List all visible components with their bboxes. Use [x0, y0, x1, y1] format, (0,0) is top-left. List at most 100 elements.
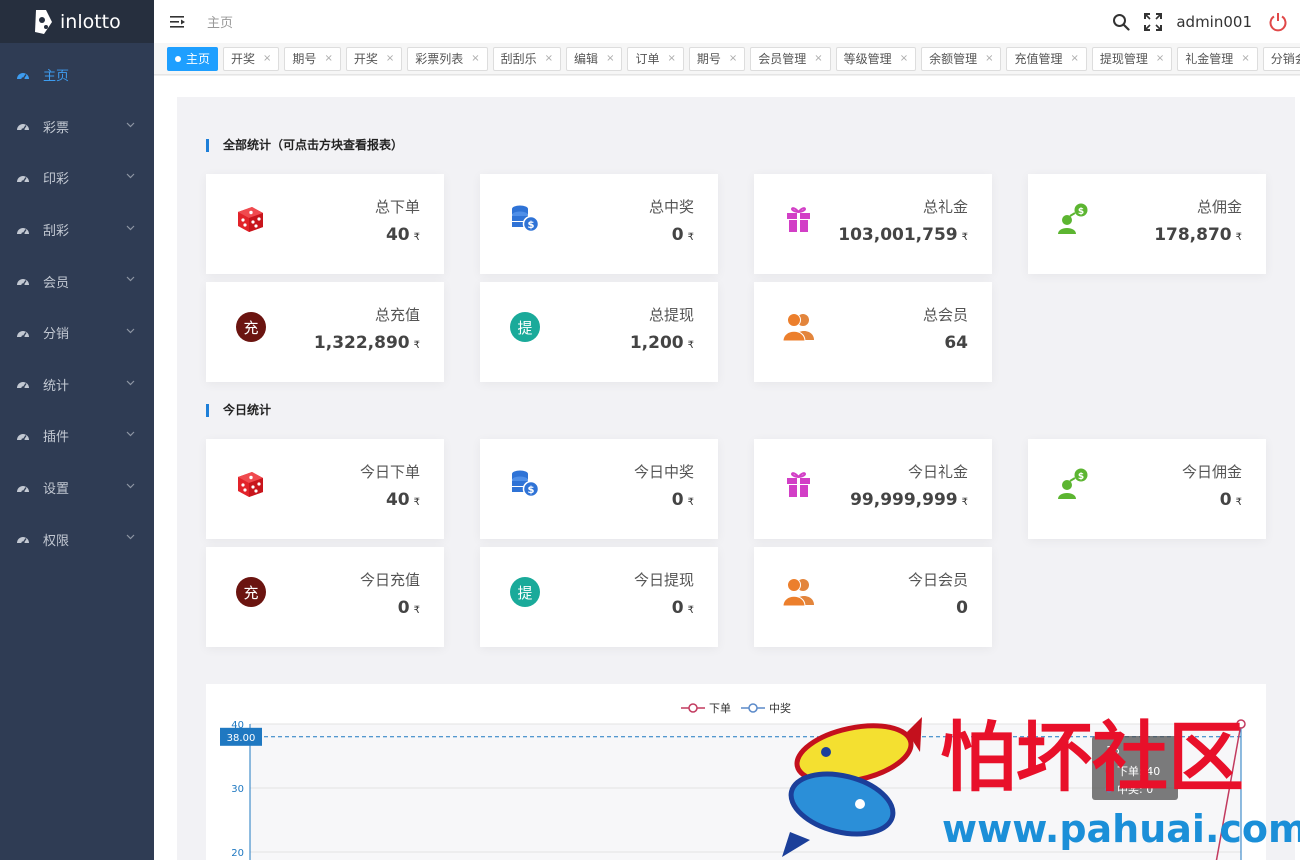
tab-4[interactable]: 彩票列表 ×	[407, 46, 488, 71]
tab-8[interactable]: 期号 ×	[688, 46, 746, 71]
axis-pointer-value: 38.00	[227, 733, 256, 744]
user-name[interactable]: admin001	[1176, 13, 1252, 31]
stat-label: 总中奖	[648, 198, 694, 216]
tab-close-icon[interactable]: ×	[1156, 53, 1164, 64]
tab-10[interactable]: 等级管理 ×	[835, 46, 917, 71]
stat-card[interactable]: 今日下单 40 ₹	[206, 439, 444, 539]
tab-12[interactable]: 充值管理 ×	[1006, 46, 1087, 71]
stat-card[interactable]: 充 今日充值 0 ₹	[206, 547, 444, 647]
menu-toggle-icon[interactable]	[170, 15, 186, 29]
sidebar-item-0[interactable]: 主页	[0, 49, 154, 101]
stat-card[interactable]: 今日会员 0	[754, 547, 992, 647]
stat-number: 0	[956, 598, 968, 618]
sidebar-item-3[interactable]: 刮彩	[0, 204, 154, 256]
tab-label: 开奖	[353, 52, 378, 66]
dashboard-icon	[17, 330, 29, 339]
watermark-url: www.pahuai.com	[942, 807, 1300, 851]
sidebar-item-label: 插件	[43, 430, 70, 446]
currency-unit: ₹	[687, 605, 694, 616]
tab-label: 等级管理	[843, 52, 892, 66]
topbar: 主页 admin001	[154, 0, 1300, 43]
sidebar-item-7[interactable]: 插件	[0, 410, 154, 462]
tab-11[interactable]: 余额管理 ×	[921, 46, 1002, 71]
tab-close-icon[interactable]: ×	[729, 53, 737, 64]
tab-7[interactable]: 订单 ×	[627, 46, 684, 71]
tab-close-icon[interactable]: ×	[985, 53, 993, 64]
withdraw-icon: 提	[510, 312, 540, 342]
search-icon[interactable]	[1112, 13, 1130, 31]
sidebar-item-6[interactable]: 统计	[0, 359, 154, 411]
tab-13[interactable]: 提现管理 ×	[1091, 46, 1173, 71]
gift-icon	[787, 472, 810, 497]
tab-label: 余额管理	[929, 52, 978, 66]
tab-15[interactable]: 分销会员×	[1262, 46, 1300, 71]
tab-close-icon[interactable]: ×	[814, 53, 822, 64]
svg-text:$: $	[1078, 472, 1084, 482]
sidebar-item-label: 印彩	[43, 172, 70, 188]
sidebar: inlotto 主页彩票印彩刮彩 会员 分销 统计插件设置权限	[0, 0, 154, 860]
fullscreen-icon[interactable]	[1144, 12, 1163, 31]
tab-close-icon[interactable]: ×	[471, 53, 479, 64]
tab-close-icon[interactable]: ×	[1071, 53, 1079, 64]
stat-number: 0	[671, 490, 684, 510]
stat-label: 今日中奖	[633, 463, 694, 481]
tab-close-icon[interactable]: ×	[324, 53, 332, 64]
tab-strip: 主页 开奖 × 期号 × 开奖 × 彩票列表 × 刮刮乐 × 编辑 × 订单 × 期号 × 会员管理 × 等级管理 × 余…	[154, 43, 1300, 75]
stat-number: 178,870	[1154, 225, 1232, 245]
stat-value: 0 ₹	[672, 225, 694, 245]
stat-card[interactable]: 提 总提现 1,200 ₹	[480, 282, 718, 382]
tab-label: 提现管理	[1099, 52, 1148, 66]
tab-close-icon[interactable]: ×	[386, 53, 394, 64]
coins-icon: $	[512, 470, 540, 498]
chevron-down-icon	[126, 328, 135, 334]
active-dot-icon	[175, 55, 181, 62]
stat-label: 总提现	[648, 306, 694, 324]
stat-card[interactable]: 总礼金 103,001,759 ₹	[754, 174, 992, 274]
members-icon	[782, 313, 814, 342]
tab-close-icon[interactable]: ×	[667, 53, 675, 64]
tab-close-icon[interactable]: ×	[900, 53, 908, 64]
power-icon[interactable]	[1268, 12, 1288, 32]
tab-close-icon[interactable]: ×	[263, 53, 271, 64]
stat-card[interactable]: 提 今日提现 0 ₹	[480, 547, 718, 647]
currency-unit: ₹	[413, 497, 420, 508]
stat-card[interactable]: 今日礼金 99,999,999 ₹	[754, 439, 992, 539]
tab-close-icon[interactable]: ×	[606, 53, 614, 64]
tab-label: 会员管理	[758, 52, 807, 66]
tab-1[interactable]: 开奖 ×	[223, 46, 280, 71]
sidebar-item-label: 主页	[43, 69, 70, 85]
stat-card[interactable]: 总会员 64	[754, 282, 992, 382]
stat-card[interactable]: $ 总佣金 178,870 ₹	[1028, 174, 1266, 274]
stat-card[interactable]: $ 今日中奖 0 ₹	[480, 439, 718, 539]
brand[interactable]: inlotto	[0, 0, 154, 43]
stat-card[interactable]: $ 今日佣金 0 ₹	[1028, 439, 1266, 539]
svg-text:$: $	[1078, 207, 1084, 217]
tab-close-icon[interactable]: ×	[1241, 53, 1249, 64]
tab-6[interactable]: 编辑 ×	[566, 46, 623, 71]
currency-unit: ₹	[687, 232, 694, 243]
stat-value: 0 ₹	[672, 490, 694, 510]
tab-9[interactable]: 会员管理 ×	[750, 46, 831, 71]
sidebar-item-5[interactable]: 分销	[0, 307, 154, 359]
sidebar-menu: 主页彩票印彩刮彩 会员 分销 统计插件设置权限	[0, 49, 154, 565]
stat-card[interactable]: 总下单 40 ₹	[206, 174, 444, 274]
tab-close-icon[interactable]: ×	[545, 53, 553, 64]
sidebar-item-label: 权限	[43, 533, 70, 549]
tab-2[interactable]: 期号 ×	[284, 46, 341, 71]
sidebar-item-9[interactable]: 权限	[0, 513, 154, 565]
svg-text:$: $	[528, 485, 535, 496]
sidebar-item-8[interactable]: 设置	[0, 462, 154, 514]
stat-card[interactable]: 充 总充值 1,322,890 ₹	[206, 282, 444, 382]
tab-3[interactable]: 开奖 ×	[345, 46, 403, 71]
tab-5[interactable]: 刮刮乐 ×	[492, 46, 562, 71]
sidebar-item-2[interactable]: 印彩	[0, 152, 154, 204]
commission-icon: $	[1058, 203, 1088, 234]
sidebar-item-4[interactable]: 会员	[0, 255, 154, 307]
currency-unit: ₹	[687, 497, 694, 508]
stat-label: 今日会员	[907, 571, 968, 589]
sidebar-item-1[interactable]: 彩票	[0, 101, 154, 153]
sidebar-item-label: 设置	[43, 482, 70, 498]
tab-14[interactable]: 礼金管理 ×	[1177, 46, 1258, 71]
tab-0[interactable]: 主页	[167, 46, 219, 71]
stat-card[interactable]: $ 总中奖 0 ₹	[480, 174, 718, 274]
